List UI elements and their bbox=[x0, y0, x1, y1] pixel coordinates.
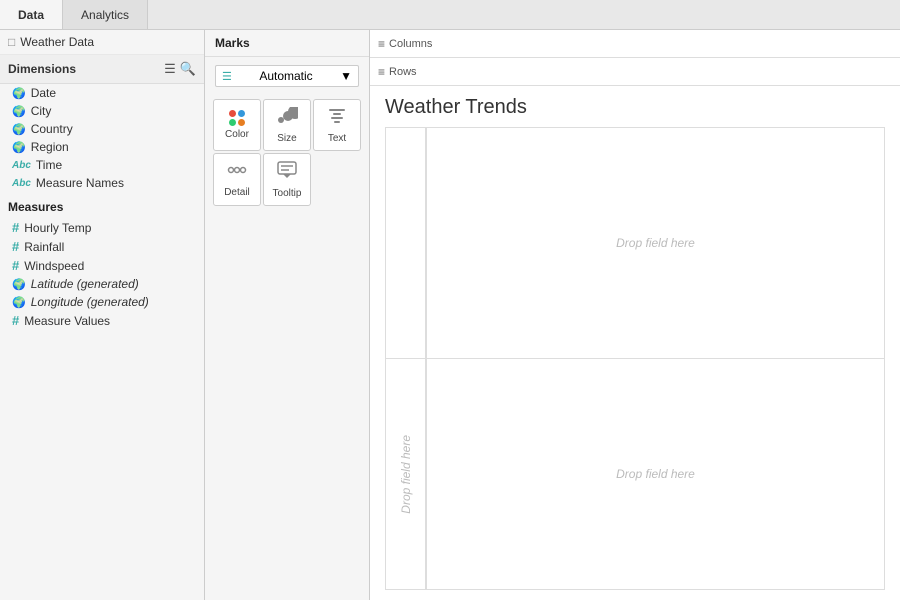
field-region-label: Region bbox=[31, 140, 69, 154]
marks-color-button[interactable]: Color bbox=[213, 99, 261, 151]
measures-title: Measures bbox=[0, 192, 204, 218]
marks-type-dropdown[interactable]: ☰ Automatic ▼ bbox=[215, 65, 359, 87]
search-icon[interactable]: 🔍 bbox=[180, 61, 196, 77]
marks-detail-label: Detail bbox=[224, 187, 250, 198]
field-hourly-temp[interactable]: # Hourly Temp bbox=[0, 218, 204, 237]
globe-icon: 🌍 bbox=[12, 141, 26, 154]
tab-analytics[interactable]: Analytics bbox=[63, 0, 148, 29]
marks-panel: Marks ☰ Automatic ▼ Color bbox=[205, 30, 370, 600]
drop-field-top-hint: Drop field here bbox=[616, 236, 695, 250]
field-hourly-temp-label: Hourly Temp bbox=[24, 221, 91, 235]
marks-type-icon: ☰ bbox=[222, 70, 232, 83]
field-country-label: Country bbox=[31, 122, 73, 136]
grid-icon[interactable]: ☰ bbox=[164, 61, 176, 77]
field-measure-names-label: Measure Names bbox=[36, 176, 124, 190]
field-time-label: Time bbox=[36, 158, 62, 172]
tab-data[interactable]: Data bbox=[0, 0, 63, 29]
rows-shelf-content[interactable] bbox=[446, 60, 892, 84]
field-date[interactable]: 🌍 Date bbox=[0, 84, 204, 102]
hash-icon: # bbox=[12, 220, 19, 235]
datasource-label: Weather Data bbox=[20, 35, 94, 49]
chart-grid: Drop field here Drop field here Drop fie… bbox=[385, 127, 885, 590]
rows-shelf[interactable]: ≡ Rows bbox=[370, 58, 900, 86]
field-region[interactable]: 🌍 Region bbox=[0, 138, 204, 156]
marks-text-button[interactable]: Text bbox=[313, 99, 361, 151]
marks-tooltip-button[interactable]: Tooltip bbox=[263, 153, 311, 206]
marks-text-label: Text bbox=[328, 133, 346, 144]
field-measure-values-label: Measure Values bbox=[24, 314, 110, 328]
hash-icon: # bbox=[12, 258, 19, 273]
field-longitude[interactable]: 🌍 Longitude (generated) bbox=[0, 293, 204, 311]
detail-icon bbox=[226, 161, 248, 184]
tab-analytics-label: Analytics bbox=[81, 8, 129, 22]
chart-title: Weather Trends bbox=[385, 96, 885, 119]
dimensions-title: Dimensions bbox=[8, 62, 76, 76]
field-city-label: City bbox=[31, 104, 52, 118]
field-city[interactable]: 🌍 City bbox=[0, 102, 204, 120]
marks-size-label: Size bbox=[277, 133, 296, 144]
columns-shelf-label: ≡ Columns bbox=[378, 37, 438, 51]
size-icon bbox=[276, 107, 298, 130]
dimensions-header-icons: ☰ 🔍 bbox=[164, 61, 196, 77]
tab-bar: Data Analytics bbox=[0, 0, 900, 30]
rows-shelf-label: ≡ Rows bbox=[378, 65, 438, 79]
marks-type-label: Automatic bbox=[259, 69, 312, 83]
columns-shelf[interactable]: ≡ Columns bbox=[370, 30, 900, 58]
marks-title: Marks bbox=[205, 30, 369, 57]
dot-green bbox=[229, 119, 236, 126]
marks-tooltip-label: Tooltip bbox=[273, 188, 302, 199]
left-panel: □ Weather Data Dimensions ☰ 🔍 🌍 Date 🌍 C… bbox=[0, 30, 205, 600]
globe-icon: 🌍 bbox=[12, 123, 26, 136]
dot-orange bbox=[238, 119, 245, 126]
datasource-icon: □ bbox=[8, 35, 15, 49]
field-windspeed-label: Windspeed bbox=[24, 259, 84, 273]
chart-row-label-top bbox=[386, 128, 426, 359]
canvas-area: Weather Trends Drop field here Drop fiel… bbox=[370, 86, 900, 600]
globe-icon: 🌍 bbox=[12, 296, 26, 309]
tooltip-icon bbox=[276, 160, 298, 185]
globe-icon: 🌍 bbox=[12, 87, 26, 100]
field-latitude[interactable]: 🌍 Latitude (generated) bbox=[0, 275, 204, 293]
field-windspeed[interactable]: # Windspeed bbox=[0, 256, 204, 275]
chevron-down-icon: ▼ bbox=[340, 69, 352, 83]
field-country[interactable]: 🌍 Country bbox=[0, 120, 204, 138]
chart-cell-top[interactable]: Drop field here bbox=[426, 128, 884, 359]
chart-row-label-drop[interactable]: Drop field here bbox=[386, 359, 426, 589]
hash-icon: # bbox=[12, 239, 19, 254]
field-measure-names[interactable]: Abc Measure Names bbox=[0, 174, 204, 192]
abc-icon: Abc bbox=[12, 178, 31, 189]
tab-data-label: Data bbox=[18, 8, 44, 22]
datasource-item[interactable]: □ Weather Data bbox=[0, 30, 204, 55]
marks-detail-button[interactable]: Detail bbox=[213, 153, 261, 206]
marks-size-button[interactable]: Size bbox=[263, 99, 311, 151]
field-time[interactable]: Abc Time bbox=[0, 156, 204, 174]
drop-field-bottom-hint: Drop field here bbox=[616, 467, 695, 481]
text-icon bbox=[327, 107, 347, 130]
right-area: ≡ Columns ≡ Rows Weather Trends bbox=[370, 30, 900, 600]
chart-row-labels: Drop field here bbox=[386, 128, 426, 589]
rows-shelf-icon: ≡ bbox=[378, 65, 385, 79]
globe-icon: 🌍 bbox=[12, 105, 26, 118]
field-rainfall-label: Rainfall bbox=[24, 240, 64, 254]
field-date-label: Date bbox=[31, 86, 56, 100]
marks-color-label: Color bbox=[225, 129, 249, 140]
drop-field-left-hint: Drop field here bbox=[399, 435, 413, 514]
hash-icon: # bbox=[12, 313, 19, 328]
dimensions-header: Dimensions ☰ 🔍 bbox=[0, 55, 204, 84]
dot-blue bbox=[238, 110, 245, 117]
columns-shelf-content[interactable] bbox=[446, 32, 892, 56]
field-measure-values[interactable]: # Measure Values bbox=[0, 311, 204, 330]
chart-cell-bottom[interactable]: Drop field here bbox=[426, 359, 884, 590]
field-longitude-label: Longitude (generated) bbox=[31, 295, 149, 309]
field-rainfall[interactable]: # Rainfall bbox=[0, 237, 204, 256]
globe-icon: 🌍 bbox=[12, 278, 26, 291]
color-dots-icon bbox=[229, 110, 245, 126]
abc-icon: Abc bbox=[12, 160, 31, 171]
marks-buttons-grid: Color Size bbox=[205, 95, 369, 210]
columns-shelf-icon: ≡ bbox=[378, 37, 385, 51]
field-latitude-label: Latitude (generated) bbox=[31, 277, 139, 291]
main-layout: □ Weather Data Dimensions ☰ 🔍 🌍 Date 🌍 C… bbox=[0, 30, 900, 600]
dot-red bbox=[229, 110, 236, 117]
